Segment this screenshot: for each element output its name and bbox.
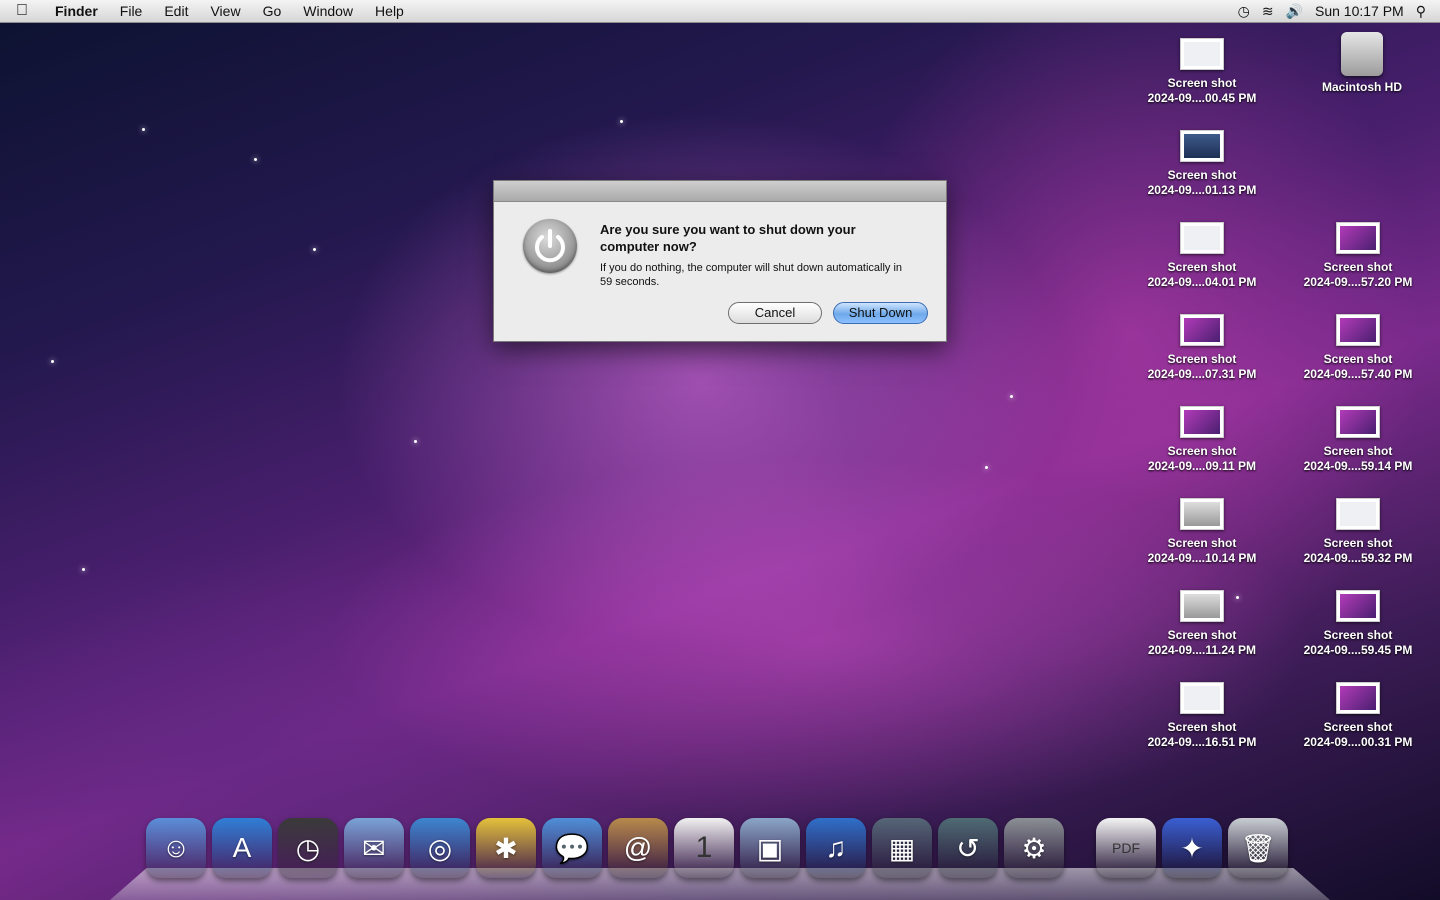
dock-separator — [1070, 818, 1090, 878]
screenshot-thumbnail-icon — [1180, 406, 1224, 438]
screenshot-thumbnail-icon — [1180, 498, 1224, 530]
dashboard-icon[interactable]: ◷ — [278, 818, 338, 878]
screenshot-thumbnail-icon — [1336, 590, 1380, 622]
spider-icon[interactable]: ✱ — [476, 818, 536, 878]
screenshot-thumbnail-icon — [1180, 590, 1224, 622]
itunes-icon[interactable]: ♫ — [806, 818, 866, 878]
shut-down-button[interactable]: Shut Down — [833, 302, 928, 324]
desktop-file[interactable]: Screen shot 2024-09....57.20 PM — [1283, 222, 1433, 290]
screenshot-thumbnail-icon — [1180, 38, 1224, 70]
screenshot-thumbnail-icon — [1336, 498, 1380, 530]
desktop-file[interactable]: Screen shot 2024-09....01.13 PM — [1127, 130, 1277, 198]
spaces-icon[interactable]: ▦ — [872, 818, 932, 878]
desktop-file[interactable]: Screen shot 2024-09....00.31 PM — [1283, 682, 1433, 750]
spotlight-icon[interactable]: ⚲ — [1416, 3, 1426, 20]
mail-stamp-icon[interactable]: ✉ — [344, 818, 404, 878]
menu-go[interactable]: Go — [252, 3, 293, 19]
app-store-icon[interactable]: A — [212, 818, 272, 878]
menu-bar:  Finder File Edit View Go Window Help ◷… — [0, 0, 1440, 23]
desktop-icon-label: Macintosh HD — [1321, 80, 1402, 94]
menu-file[interactable]: File — [109, 3, 154, 19]
volume-icon[interactable]: 🔊 — [1286, 3, 1303, 20]
desktop-file[interactable]: Screen shot 2024-09....04.01 PM — [1127, 222, 1277, 290]
desktop-file[interactable]: Screen shot 2024-09....16.51 PM — [1127, 682, 1277, 750]
safari-icon[interactable]: ◎ — [410, 818, 470, 878]
menu-view[interactable]: View — [199, 3, 251, 19]
desktop-file[interactable]: Screen shot 2024-09....59.32 PM — [1283, 498, 1433, 566]
menu-finder[interactable]: Finder — [44, 3, 109, 19]
menu-clock[interactable]: Sun 10:17 PM — [1315, 3, 1404, 19]
downloads-icon[interactable]: ✦ — [1162, 818, 1222, 878]
screenshot-thumbnail-icon — [1336, 222, 1380, 254]
dialog-titlebar[interactable] — [494, 181, 946, 202]
menu-window[interactable]: Window — [292, 3, 364, 19]
trash-icon[interactable]: 🗑 — [1228, 818, 1288, 878]
macintosh-hd-icon[interactable]: Macintosh HD — [1287, 32, 1437, 95]
desktop-file[interactable]: Screen shot 2024-09....11.24 PM — [1127, 590, 1277, 658]
time-machine-icon[interactable]: ◷ — [1238, 3, 1250, 20]
desktop-file[interactable]: Screen shot 2024-09....10.14 PM — [1127, 498, 1277, 566]
desktop-file[interactable]: Screen shot 2024-09....59.45 PM — [1283, 590, 1433, 658]
iphoto-icon[interactable]: ▣ — [740, 818, 800, 878]
dialog-info: If you do nothing, the computer will shu… — [600, 262, 903, 288]
screenshot-thumbnail-icon — [1336, 682, 1380, 714]
hard-drive-icon — [1341, 32, 1383, 76]
apple-icon[interactable]:  — [0, 2, 44, 20]
address-book-icon[interactable]: @ — [608, 818, 668, 878]
finder-icon[interactable]: ☺ — [146, 818, 206, 878]
screenshot-thumbnail-icon — [1336, 406, 1380, 438]
screenshot-thumbnail-icon — [1336, 314, 1380, 346]
calendar-icon[interactable]: 1 — [674, 818, 734, 878]
screenshot-thumbnail-icon — [1180, 682, 1224, 714]
time-machine-icon[interactable]: ↺ — [938, 818, 998, 878]
power-icon — [523, 219, 577, 273]
desktop-file[interactable]: Screen shot 2024-09....07.31 PM — [1127, 314, 1277, 382]
cancel-button[interactable]: Cancel — [728, 302, 822, 324]
ichat-icon[interactable]: 💬 — [542, 818, 602, 878]
wifi-icon[interactable]: ≋ — [1262, 3, 1274, 20]
dialog-message: Are you sure you want to shut down your … — [600, 222, 856, 254]
dock: ☺ A ◷ ✉ ◎ ✱ 💬 @1 ▣ ♫ ▦ ↺ ⚙ PDF ✦ 🗑 — [146, 818, 1288, 878]
desktop-file[interactable]: Screen shot 2024-09....59.14 PM — [1283, 406, 1433, 474]
menu-edit[interactable]: Edit — [153, 3, 199, 19]
system-preferences-icon[interactable]: ⚙ — [1004, 818, 1064, 878]
screenshot-thumbnail-icon — [1180, 130, 1224, 162]
desktop-file[interactable]: Screen shot 2024-09....57.40 PM — [1283, 314, 1433, 382]
shutdown-dialog: Are you sure you want to shut down your … — [493, 180, 947, 342]
screenshot-thumbnail-icon — [1180, 222, 1224, 254]
screenshot-thumbnail-icon — [1180, 314, 1224, 346]
pdf-document-icon[interactable]: PDF — [1096, 818, 1156, 878]
menu-help[interactable]: Help — [364, 3, 415, 19]
desktop-file[interactable]: Screen shot 2024-09....09.11 PM — [1127, 406, 1277, 474]
desktop-file[interactable]: Screen shot 2024-09....00.45 PM — [1127, 38, 1277, 106]
